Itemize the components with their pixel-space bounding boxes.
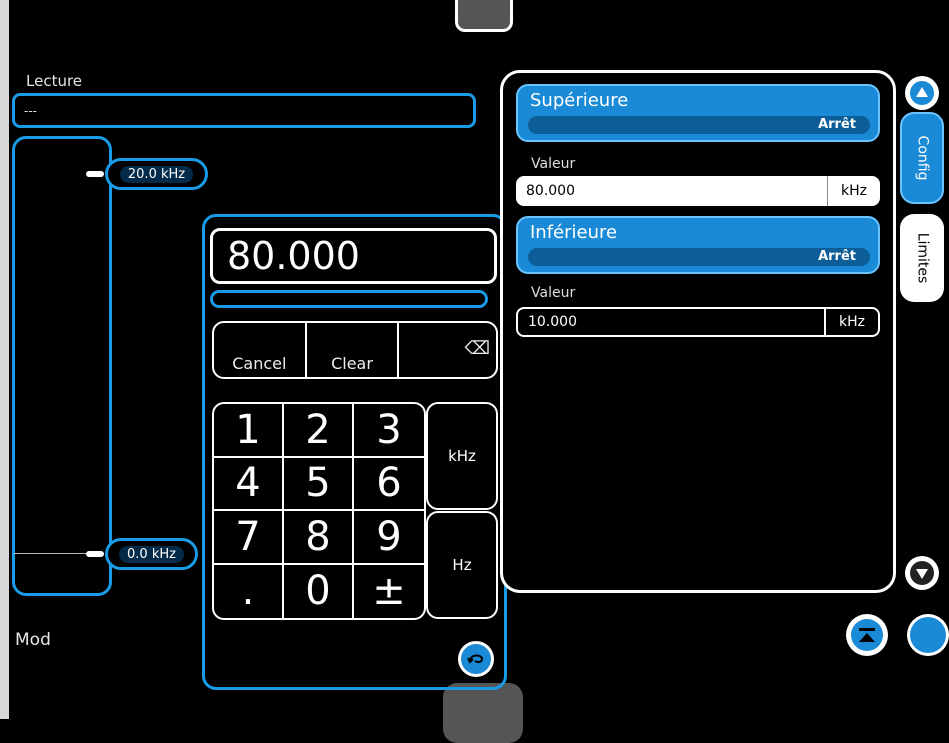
lecture-value: ---	[24, 104, 37, 118]
lower-value: 10.000	[528, 314, 577, 330]
eject-up-icon	[851, 619, 883, 651]
key-3[interactable]: 3	[354, 404, 424, 458]
numpad-display[interactable]: 80.000	[210, 228, 497, 284]
tab-config-label: Config	[914, 135, 931, 181]
scroll-up-button[interactable]	[905, 76, 939, 110]
return-button[interactable]	[458, 641, 494, 677]
key-plus-minus[interactable]: ±	[354, 565, 424, 619]
scroll-down-button[interactable]	[905, 556, 939, 590]
triangle-down-icon	[910, 561, 934, 585]
collapse-top-button[interactable]	[846, 614, 888, 656]
lower-gauge-chip[interactable]: 0.0 kHz	[105, 538, 198, 570]
upper-value: 80.000	[526, 183, 575, 199]
lower-gauge-handle[interactable]	[86, 551, 104, 557]
numpad-secondary-field	[210, 290, 488, 308]
upper-value-field[interactable]: 80.000 kHz	[516, 176, 880, 206]
top-handle-tab[interactable]	[455, 0, 513, 32]
upper-valeur-label: Valeur	[531, 156, 576, 172]
upper-limit-toggle[interactable]: Supérieure Arrêt	[516, 84, 880, 142]
lower-limit-toggle[interactable]: Inférieure Arrêt	[516, 216, 880, 274]
cancel-button[interactable]: Cancel	[214, 323, 307, 377]
upper-limit-state: Arrêt	[528, 116, 870, 134]
key-7[interactable]: 7	[214, 511, 284, 565]
key-5[interactable]: 5	[284, 457, 354, 511]
tab-limites[interactable]: Limites	[900, 214, 944, 302]
key-2[interactable]: 2	[284, 404, 354, 458]
lower-valeur-label: Valeur	[531, 285, 576, 301]
backspace-icon: ⌫	[464, 337, 491, 359]
upper-gauge-handle[interactable]	[86, 171, 104, 177]
numpad-action-row: Cancel Clear ⌫	[212, 321, 498, 379]
tab-config[interactable]: Config	[900, 112, 944, 204]
lecture-label: Lecture	[26, 72, 83, 90]
key-8[interactable]: 8	[284, 511, 354, 565]
key-decimal[interactable]: .	[214, 564, 284, 618]
left-edge-bar	[0, 0, 9, 719]
lower-unit: kHz	[824, 309, 878, 335]
tab-limites-label: Limites	[914, 232, 930, 284]
blank-circle-icon	[910, 617, 946, 653]
upper-gauge-label: 20.0 kHz	[119, 165, 194, 183]
lower-limit-title: Inférieure	[530, 222, 618, 243]
key-0[interactable]: 0	[284, 564, 354, 618]
numeric-keypad: 1 2 3 4 5 6 7 8 9 . 0 ±	[212, 402, 426, 620]
lower-limit-state: Arrêt	[528, 248, 870, 266]
unit-hz-button[interactable]: Hz	[426, 511, 498, 619]
lower-value-field[interactable]: 10.000 kHz	[516, 307, 880, 337]
key-1[interactable]: 1	[214, 404, 284, 458]
unit-khz-button[interactable]: kHz	[426, 402, 498, 510]
mod-label: Mod	[15, 630, 51, 650]
key-6[interactable]: 6	[354, 458, 424, 511]
lower-gauge-label: 0.0 kHz	[119, 545, 184, 563]
clear-button[interactable]: Clear	[307, 323, 400, 377]
backspace-button[interactable]: ⌫	[399, 323, 496, 377]
limits-gauge	[12, 136, 112, 596]
upper-unit: kHz	[827, 176, 880, 206]
key-9[interactable]: 9	[354, 511, 424, 565]
action-button[interactable]	[907, 614, 949, 656]
key-4[interactable]: 4	[214, 457, 284, 511]
upper-limit-title: Supérieure	[530, 90, 629, 111]
lecture-field	[12, 93, 476, 128]
triangle-up-icon	[910, 81, 934, 105]
upper-gauge-chip[interactable]: 20.0 kHz	[105, 158, 208, 190]
return-icon	[461, 644, 491, 674]
bottom-handle-tab[interactable]	[443, 683, 523, 743]
